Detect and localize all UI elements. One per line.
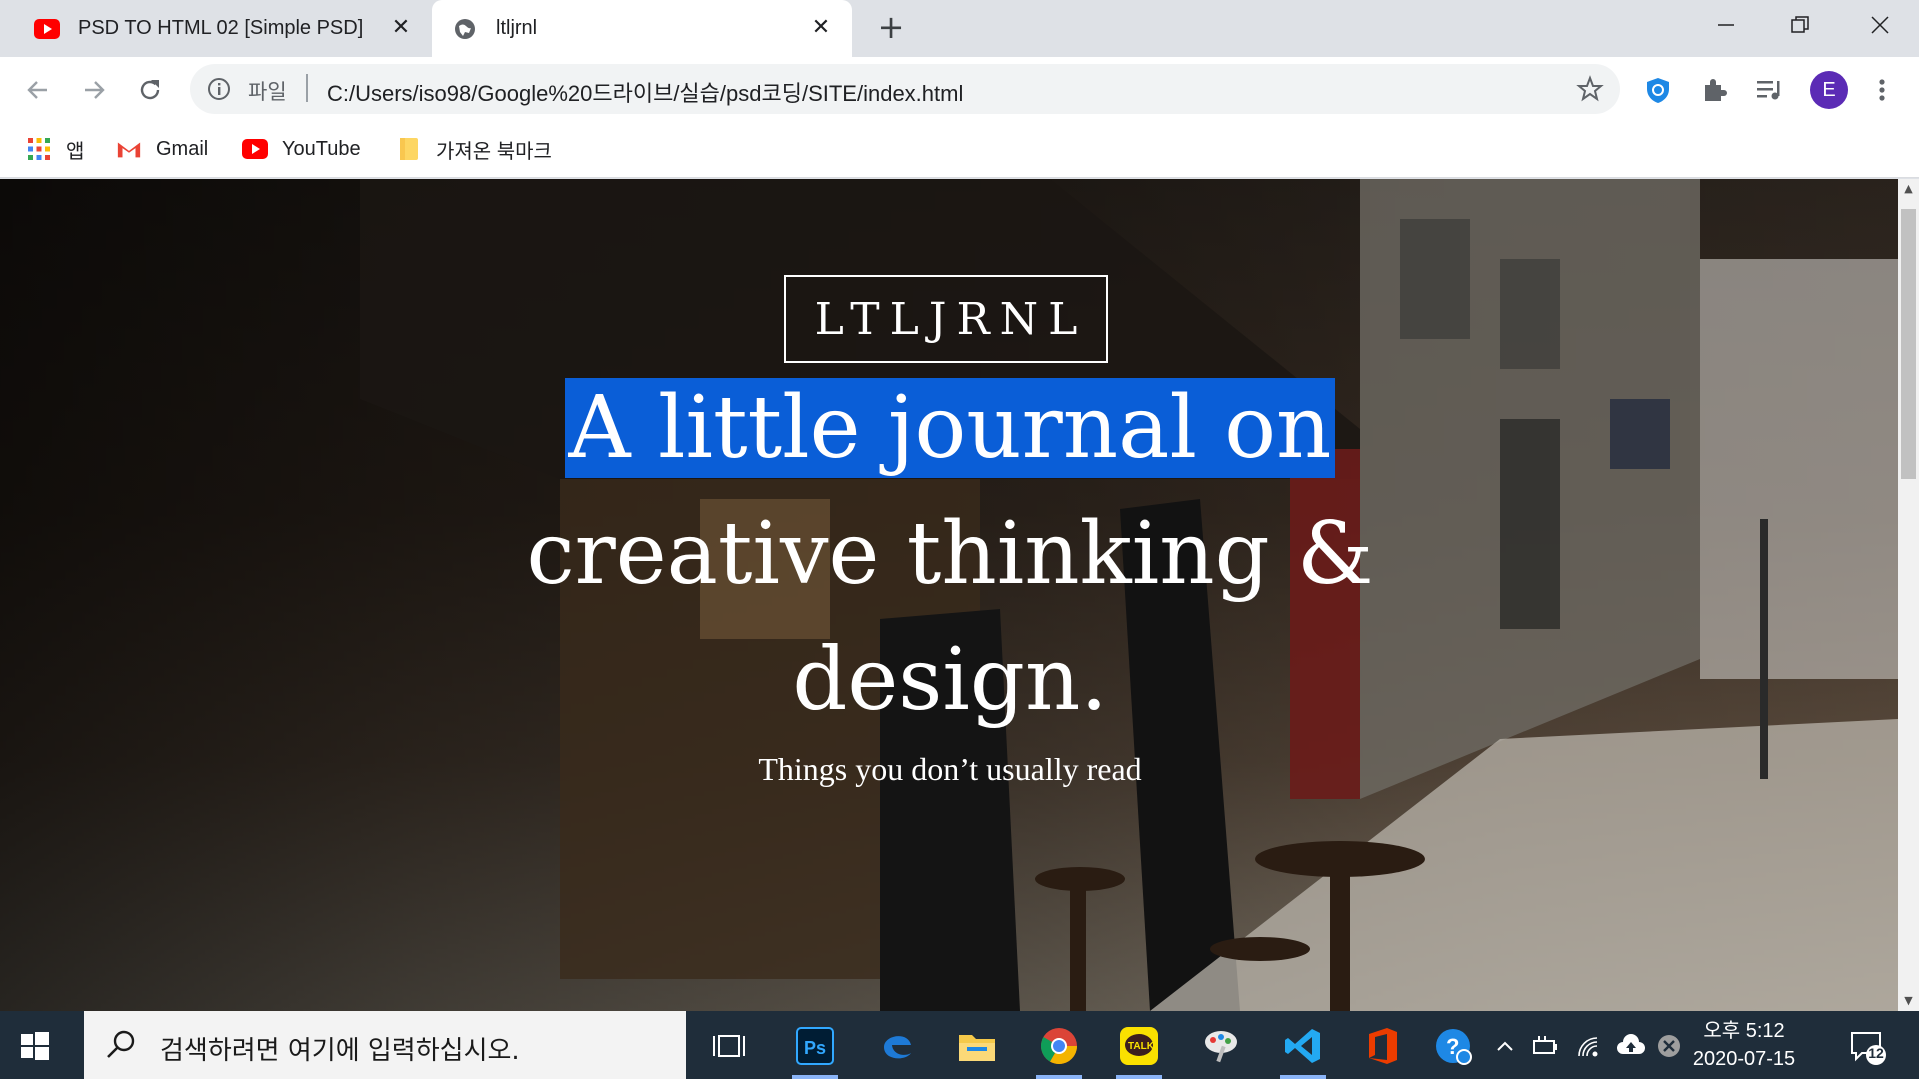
tab-title: PSD TO HTML 02 [Simple PSD] [78, 17, 364, 39]
vscode-icon[interactable] [1280, 1023, 1326, 1079]
taskbar-search[interactable]: 검색하려면 여기에 입력하십시오. [84, 1011, 686, 1079]
search-icon [107, 1030, 135, 1058]
divider [306, 74, 308, 102]
scroll-up-arrow-icon[interactable]: ▲ [1898, 179, 1919, 199]
url-text[interactable]: C:/Users/iso98/Google%20드라이브/실습/psd코딩/SI… [327, 76, 963, 108]
tab-strip: PSD TO HTML 02 [Simple PSD] ✕ ltljrnl ✕ … [0, 0, 1919, 57]
office-icon[interactable] [1360, 1023, 1406, 1069]
youtube-icon [34, 16, 60, 42]
windows-start-icon[interactable] [18, 1029, 52, 1063]
chrome-icon[interactable] [1036, 1023, 1082, 1079]
restore-button[interactable] [1780, 10, 1820, 40]
reload-button[interactable] [132, 72, 168, 108]
extensions-puzzle-icon[interactable] [1696, 72, 1732, 108]
bookmark-star-icon[interactable] [1576, 75, 1604, 103]
page-scrollbar[interactable]: ▲ ▼ [1898, 179, 1919, 1011]
svg-text:Ps: Ps [804, 1038, 826, 1058]
address-bar[interactable]: 파일 C:/Users/iso98/Google%20드라이브/실습/psd코딩… [190, 64, 1620, 114]
scroll-down-arrow-icon[interactable]: ▼ [1898, 991, 1919, 1011]
windows-taskbar: 검색하려면 여기에 입력하십시오. Ps TALK ? 오후 5:12 2020… [0, 1011, 1919, 1079]
cloud-upload-icon[interactable] [1614, 1031, 1648, 1061]
help-icon[interactable]: ? [1430, 1025, 1476, 1067]
notification-count: 12 [1868, 1045, 1884, 1061]
site-logo[interactable]: LTLJRNL [784, 275, 1108, 363]
kakaotalk-icon[interactable]: TALK [1116, 1023, 1162, 1079]
battery-icon[interactable] [1530, 1031, 1560, 1061]
bookmarks-bar: 앱 Gmail YouTube 가져온 북마크 [0, 123, 1919, 178]
scheme-label: 파일 [248, 81, 287, 104]
close-icon[interactable]: ✕ [808, 15, 834, 41]
wifi-icon[interactable] [1574, 1031, 1604, 1061]
system-clock[interactable]: 오후 5:12 2020-07-15 [1684, 1017, 1804, 1073]
svg-text:TALK: TALK [1128, 1041, 1155, 1052]
page-viewport: LTLJRNL A little journal on creative thi… [0, 179, 1898, 1011]
browser-toolbar: 파일 C:/Users/iso98/Google%20드라이브/실습/psd코딩… [0, 57, 1919, 123]
close-window-button[interactable] [1860, 10, 1900, 40]
notification-center-icon[interactable]: 12 [1848, 1027, 1888, 1067]
headline-line: creative thinking & [526, 504, 1374, 604]
bookmark-label: 앱 [66, 140, 85, 163]
info-icon[interactable] [206, 76, 232, 102]
bookmark-label: YouTube [282, 137, 361, 160]
file-explorer-icon[interactable] [954, 1023, 1000, 1069]
gmail-icon [116, 136, 142, 162]
paint-icon[interactable] [1198, 1023, 1244, 1069]
minimize-button[interactable] [1706, 10, 1746, 40]
back-button[interactable] [20, 72, 56, 108]
bookmark-apps[interactable]: 앱 [26, 133, 84, 165]
hero-headline: A little journal on creative thinking & … [400, 365, 1500, 743]
globe-icon [452, 16, 478, 42]
clock-date: 2020-07-15 [1692, 1048, 1796, 1070]
task-view-icon[interactable] [706, 1023, 752, 1069]
menu-kebab-icon[interactable] [1864, 72, 1900, 108]
scrollbar-thumb[interactable] [1901, 209, 1916, 479]
site-logo-text: LTLJRNL [814, 293, 1088, 345]
photoshop-icon[interactable]: Ps [792, 1023, 838, 1079]
headline-line: design. [792, 630, 1108, 730]
edge-icon[interactable] [874, 1023, 920, 1069]
tab-psd-to-html[interactable]: PSD TO HTML 02 [Simple PSD] ✕ [0, 0, 432, 57]
folder-icon [396, 136, 422, 162]
profile-avatar[interactable]: E [1810, 71, 1848, 109]
bookmark-youtube[interactable]: YouTube [242, 133, 361, 165]
hero-tagline: Things you don’t usually read [758, 751, 1142, 787]
clock-time: 오후 5:12 [1703, 1020, 1785, 1042]
tab-title: ltljrnl [496, 17, 538, 39]
new-tab-button[interactable]: + [876, 11, 906, 43]
shield-extension-icon[interactable] [1640, 72, 1676, 108]
bookmark-label: Gmail [156, 137, 209, 160]
tray-expand-chevron-icon[interactable] [1494, 1031, 1516, 1061]
selected-text: A little journal on [564, 378, 1336, 478]
status-x-icon[interactable] [1654, 1031, 1684, 1061]
apps-grid-icon [26, 136, 52, 162]
bookmark-label: 가져온 북마크 [436, 140, 552, 163]
search-placeholder: 검색하려면 여기에 입력하십시오. [160, 1036, 520, 1066]
bookmark-imported-folder[interactable]: 가져온 북마크 [396, 133, 552, 165]
tab-ltljrnl[interactable]: ltljrnl ✕ [432, 0, 852, 57]
forward-button[interactable] [76, 72, 112, 108]
media-queue-icon[interactable] [1752, 72, 1788, 108]
youtube-icon [242, 136, 268, 162]
close-icon[interactable]: ✕ [388, 15, 414, 41]
bookmark-gmail[interactable]: Gmail [116, 133, 208, 165]
